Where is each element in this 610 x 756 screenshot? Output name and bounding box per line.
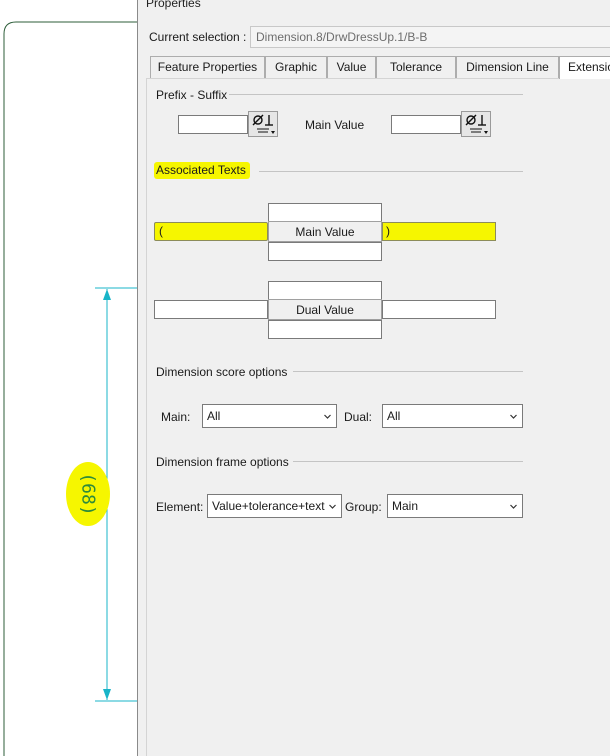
chevron-down-icon [510,414,517,419]
chevron-down-icon [329,504,336,509]
main-value-center: Main Value [268,221,382,242]
frame-group-dropdown[interactable]: Main [387,494,523,518]
dual-value-center: Dual Value [268,299,382,320]
chevron-down-icon [324,414,331,419]
frame-element-dropdown[interactable]: Value+tolerance+text [207,494,342,518]
properties-dialog: Properties Current selection : Dimension… [137,0,610,756]
dual-above-input[interactable] [268,281,382,300]
tab-panel: Prefix - Suffix Main Value Associated Te… [146,78,610,756]
tab-graphic[interactable]: Graphic [265,56,327,78]
score-main-dropdown[interactable]: All [202,404,337,428]
dimension-text[interactable]: (68) [64,462,112,526]
associated-texts-heading: Associated Texts [154,162,250,179]
frame-element-label: Element: [156,500,204,514]
dialog-title: Properties [146,0,201,10]
arrow-head-bottom-icon [103,689,111,700]
prefix-suffix-heading: Prefix - Suffix [156,88,228,102]
dual-before-input[interactable] [154,300,268,319]
drawing-canvas[interactable]: (68) [0,0,138,756]
tab-feature-properties[interactable]: Feature Properties [150,56,265,78]
score-dual-label: Dual: [344,410,373,424]
main-above-input[interactable] [268,203,382,222]
tab-value[interactable]: Value [327,56,376,78]
arrow-head-top-icon [103,289,111,300]
drawing-svg [3,21,138,756]
dual-below-input[interactable] [268,320,382,339]
chevron-down-icon [510,504,517,509]
tab-extension[interactable]: Extensio [559,56,610,79]
score-dual-dropdown[interactable]: All [382,404,523,428]
separator-line [229,94,523,95]
main-value-label: Main Value [305,118,365,132]
current-selection-label: Current selection : [149,30,247,44]
dimension-text-value: (68) [77,472,99,516]
separator-line [259,171,523,172]
dual-after-input[interactable] [382,300,496,319]
score-main-label: Main: [161,410,191,424]
diameter-symbol-icon [465,114,488,134]
score-options-heading: Dimension score options [156,365,288,379]
tab-bar: Feature Properties Graphic Value Toleran… [150,56,610,79]
current-selection-field: Dimension.8/DrwDressUp.1/B-B [250,26,610,48]
separator-line [293,371,523,372]
main-below-input[interactable] [268,242,382,261]
main-before-input[interactable]: ( [154,222,268,241]
main-after-input[interactable]: ) [382,222,496,241]
suffix-symbol-button[interactable] [461,111,491,137]
suffix-input[interactable] [391,115,461,134]
sheet-frame-line [3,21,138,756]
frame-group-label: Group: [345,500,382,514]
prefix-input[interactable] [178,115,248,134]
diameter-symbol-icon [252,114,275,134]
tab-dimension-line[interactable]: Dimension Line [456,56,559,78]
separator-line [293,461,523,462]
prefix-symbol-button[interactable] [248,111,278,137]
tab-tolerance[interactable]: Tolerance [376,56,456,78]
frame-options-heading: Dimension frame options [156,455,289,469]
